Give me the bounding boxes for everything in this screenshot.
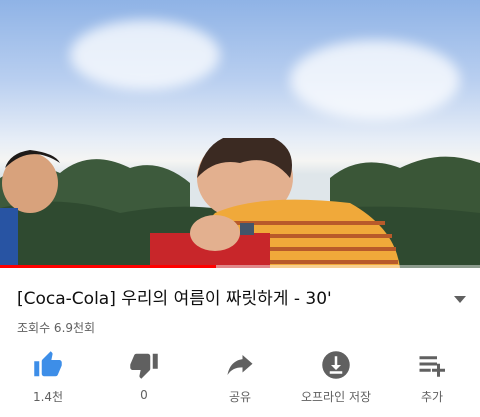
share-button[interactable]: 공유 xyxy=(192,345,288,417)
view-count: 조회수 6.9천회 xyxy=(17,321,96,335)
video-title: [Coca-Cola] 우리의 여름이 짜릿하게 - 30' xyxy=(17,289,332,309)
thumbs-up-icon xyxy=(32,349,64,381)
share-icon xyxy=(224,349,256,381)
download-button[interactable]: 오프라인 저장 xyxy=(288,345,384,417)
cloud xyxy=(70,20,220,90)
add-to-playlist-button[interactable]: 추가 xyxy=(384,345,480,417)
cloud xyxy=(290,40,460,120)
expand-description-icon[interactable] xyxy=(454,296,466,303)
download-label: 오프라인 저장 xyxy=(300,390,372,404)
share-label: 공유 xyxy=(228,390,252,404)
dislike-button[interactable]: 0 xyxy=(96,345,192,417)
playlist-add-icon xyxy=(416,349,448,381)
add-label: 추가 xyxy=(420,390,444,404)
like-button[interactable]: 1.4천 xyxy=(0,345,96,417)
video-player[interactable] xyxy=(0,0,480,268)
action-bar: 1.4천 0 공유 오프라인 저장 추가 xyxy=(0,345,480,417)
dislike-count: 0 xyxy=(140,388,148,402)
download-icon xyxy=(320,349,352,381)
video-frame xyxy=(0,138,480,268)
like-count: 1.4천 xyxy=(32,390,64,404)
thumbs-down-icon xyxy=(128,349,160,381)
